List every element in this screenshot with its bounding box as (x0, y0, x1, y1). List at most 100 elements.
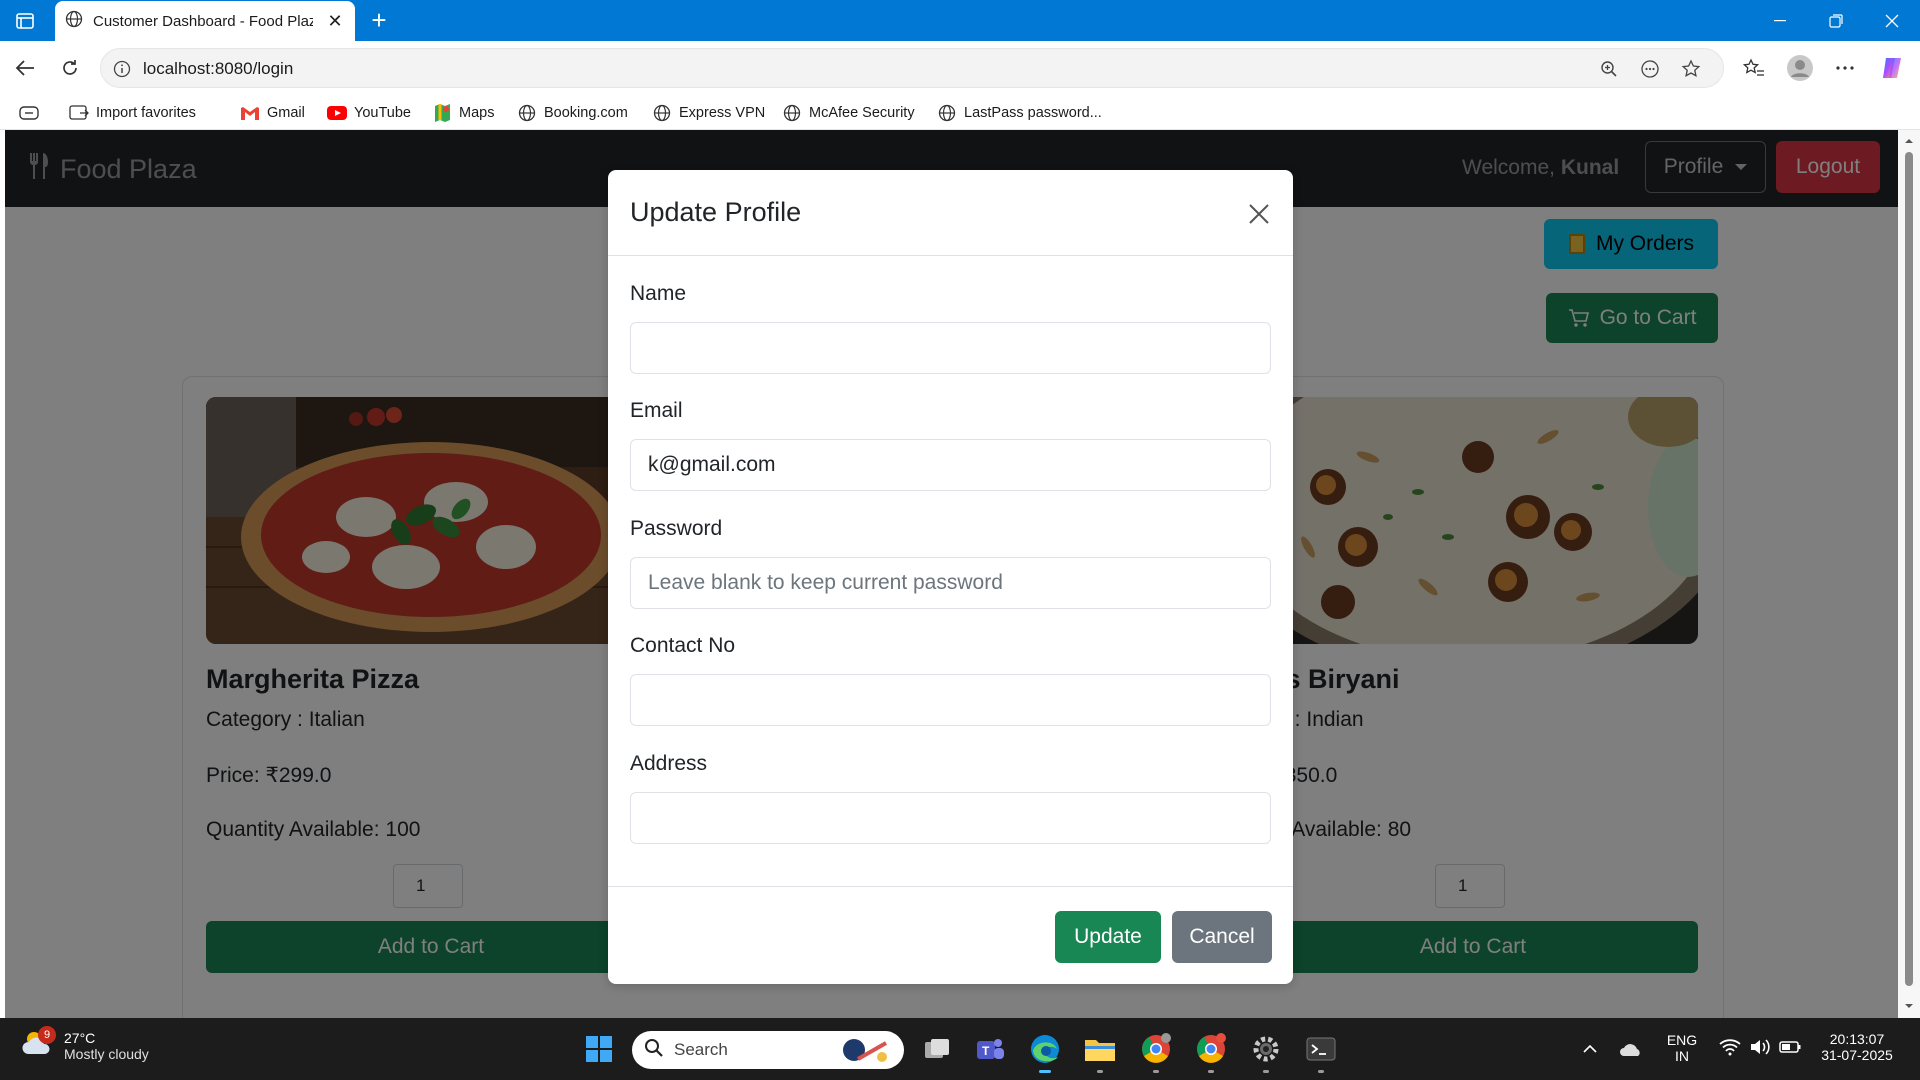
import-icon (69, 103, 89, 123)
globe-icon (517, 103, 537, 123)
browser-titlebar: Customer Dashboard - Food Plaza ✕ + (0, 0, 1920, 41)
reader-mode-icon[interactable] (1639, 58, 1661, 80)
favorite-star-icon[interactable] (1680, 58, 1702, 80)
favorites-icon[interactable] (1739, 53, 1769, 83)
bookmarks-bar: Import favorites Gmail YouTube Maps Book… (0, 95, 1920, 130)
scroll-thumb[interactable] (1905, 152, 1913, 986)
bookmarks-collapse-icon[interactable] (19, 101, 39, 125)
bookmark-import-favorites[interactable]: Import favorites (69, 101, 196, 125)
contact-field[interactable] (630, 674, 1271, 726)
edge-icon[interactable] (1027, 1031, 1063, 1073)
close-icon[interactable] (1243, 198, 1275, 230)
email-label: Email (630, 399, 683, 422)
close-window-button[interactable] (1864, 0, 1920, 41)
cancel-button[interactable]: Cancel (1172, 911, 1272, 963)
tab-actions-icon[interactable] (8, 7, 42, 35)
update-label: Update (1074, 925, 1142, 948)
bookmark-booking[interactable]: Booking.com (517, 101, 628, 125)
address-field[interactable] (630, 792, 1271, 844)
back-button[interactable] (10, 53, 40, 83)
language-top: ENG (1666, 1032, 1698, 1048)
minimize-button[interactable] (1752, 0, 1808, 41)
start-windows-icon[interactable] (581, 1031, 617, 1067)
weather-temp: 27°C (64, 1029, 96, 1046)
url-text: localhost:8080/login (143, 59, 294, 78)
svg-text:T: T (982, 1044, 990, 1058)
settings-gear-icon[interactable] (1248, 1031, 1284, 1073)
update-profile-modal: Update Profile Name Email k@gmail.com Pa… (608, 170, 1293, 984)
running-indicator (1097, 1070, 1103, 1073)
globe-icon (65, 10, 83, 33)
windows-taskbar: 9 27°C Mostly cloudy Search T ENG IN 20:… (0, 1018, 1920, 1080)
clock-time: 20:13:07 (1829, 1031, 1885, 1047)
chrome-profile-icon[interactable] (1193, 1031, 1229, 1073)
restore-button[interactable] (1808, 0, 1864, 41)
bookmark-express-vpn[interactable]: Express VPN (652, 101, 765, 125)
globe-icon (652, 103, 672, 123)
language-bottom: IN (1675, 1048, 1689, 1064)
running-indicator (1153, 1070, 1159, 1073)
wifi-icon (1719, 1038, 1741, 1061)
password-field[interactable]: Leave blank to keep current password (630, 557, 1271, 609)
more-menu-icon[interactable] (1830, 53, 1860, 83)
running-indicator (1208, 1070, 1214, 1073)
language-indicator[interactable]: ENG IN (1664, 1032, 1700, 1064)
terminal-icon[interactable] (1303, 1031, 1339, 1073)
new-tab-button[interactable]: + (364, 6, 394, 36)
page-scrollbar[interactable] (1898, 130, 1920, 1018)
zoom-icon[interactable] (1598, 58, 1620, 80)
taskbar-search[interactable]: Search (632, 1031, 904, 1069)
bookmark-youtube[interactable]: YouTube (327, 101, 411, 125)
scroll-up-icon[interactable] (1903, 135, 1915, 147)
info-icon[interactable] (111, 58, 133, 80)
modal-title: Update Profile (630, 197, 802, 227)
browser-tab-active[interactable]: Customer Dashboard - Food Plaza ✕ (55, 1, 355, 41)
system-tray-status[interactable] (1710, 1031, 1810, 1067)
chevron-up-icon[interactable] (1575, 1031, 1605, 1067)
globe-icon (782, 103, 802, 123)
name-label: Name (630, 282, 687, 305)
file-explorer-icon[interactable] (1082, 1031, 1118, 1073)
weather-widget[interactable]: 9 27°C Mostly cloudy (20, 1026, 149, 1063)
email-field[interactable]: k@gmail.com (630, 439, 1271, 491)
bookmark-label: Maps (459, 105, 495, 121)
refresh-button[interactable] (55, 53, 85, 83)
task-view-icon[interactable] (919, 1031, 955, 1067)
scroll-down-icon[interactable] (1903, 1000, 1915, 1012)
volume-icon (1749, 1038, 1771, 1061)
globe-icon (937, 103, 957, 123)
cancel-label: Cancel (1189, 925, 1255, 948)
teams-icon[interactable]: T (972, 1031, 1008, 1067)
address-bar-row: localhost:8080/login (0, 41, 1920, 95)
active-indicator (1039, 1070, 1051, 1073)
bookmark-label: Booking.com (544, 105, 628, 121)
search-label: Search (674, 1040, 728, 1059)
clock-date: 31-07-2025 (1821, 1047, 1893, 1063)
maps-icon (432, 103, 452, 123)
weather-badge: 9 (38, 1026, 56, 1044)
bookmark-mcafee[interactable]: McAfee Security (782, 101, 915, 125)
bookmark-maps[interactable]: Maps (432, 101, 494, 125)
copilot-icon[interactable] (1877, 53, 1907, 83)
modal-footer: Update Cancel (608, 886, 1293, 984)
bookmark-label: McAfee Security (809, 105, 915, 121)
youtube-icon (327, 103, 347, 123)
chrome-icon[interactable] (1138, 1031, 1174, 1073)
search-icon (644, 1038, 664, 1063)
modal-header: Update Profile (608, 170, 1293, 256)
password-label: Password (630, 517, 723, 540)
onedrive-cloud-icon[interactable] (1616, 1031, 1646, 1067)
tab-close-icon[interactable]: ✕ (325, 11, 345, 32)
running-indicator (1263, 1070, 1269, 1073)
bookmark-lastpass[interactable]: LastPass password... (937, 101, 1102, 125)
bookmark-gmail[interactable]: Gmail (240, 101, 305, 125)
address-input[interactable]: localhost:8080/login (100, 48, 1724, 88)
update-button[interactable]: Update (1055, 911, 1161, 963)
clock[interactable]: 20:13:07 31-07-2025 (1812, 1031, 1902, 1063)
bookmark-label: LastPass password... (964, 105, 1102, 121)
contact-label: Contact No (630, 634, 736, 657)
profile-avatar-icon[interactable] (1785, 53, 1815, 83)
name-field[interactable] (630, 322, 1271, 374)
battery-icon (1779, 1040, 1801, 1059)
bookmark-label: YouTube (354, 105, 411, 121)
